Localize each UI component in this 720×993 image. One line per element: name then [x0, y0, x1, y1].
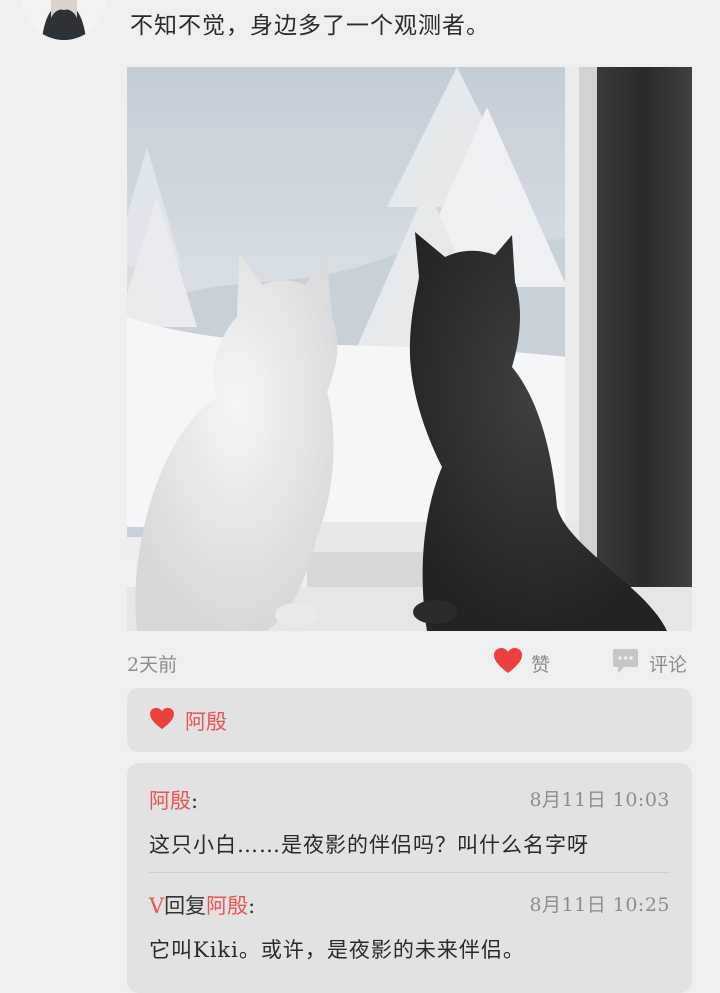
- comment-button[interactable]: 评论: [612, 648, 687, 678]
- comment-author[interactable]: V: [149, 894, 164, 918]
- post-meta-row: 2天前 赞 评论: [127, 648, 692, 678]
- comment-bubble-icon: [612, 648, 639, 679]
- post-text: 不知不觉，身边多了一个观测者。: [130, 13, 490, 39]
- comment-item[interactable]: 阿殷: 8月11日 10:03 这只小白……是夜影的伴侣吗？叫什么名字呀: [149, 785, 670, 859]
- comment-date: 8月11日 10:25: [529, 894, 670, 916]
- liker-name[interactable]: 阿殷: [185, 706, 227, 736]
- likes-panel: 阿殷: [127, 688, 692, 752]
- user-avatar[interactable]: [22, 0, 106, 40]
- reply-target[interactable]: 阿殷: [206, 894, 248, 918]
- post-photo[interactable]: [127, 67, 692, 631]
- comment-item[interactable]: V回复阿殷: 8月11日 10:25 它叫Kiki。或许，是夜影的未来伴侣。: [149, 890, 670, 964]
- comment-author[interactable]: 阿殷: [149, 789, 191, 813]
- heart-icon: [493, 647, 523, 679]
- reply-word: 回复: [164, 894, 207, 918]
- comments-panel: 阿殷: 8月11日 10:03 这只小白……是夜影的伴侣吗？叫什么名字呀 V回复…: [127, 763, 692, 993]
- comment-date: 8月11日 10:03: [529, 789, 670, 811]
- like-label: 赞: [531, 653, 551, 676]
- comment-divider: [149, 872, 670, 873]
- comment-label: 评论: [649, 653, 688, 676]
- comment-text: 这只小白……是夜影的伴侣吗？叫什么名字呀: [149, 833, 589, 857]
- comment-colon: :: [191, 789, 199, 813]
- like-button[interactable]: 赞: [493, 648, 550, 678]
- heart-icon: [149, 707, 175, 735]
- post-time: 2天前: [127, 654, 178, 676]
- comment-colon: :: [248, 894, 256, 918]
